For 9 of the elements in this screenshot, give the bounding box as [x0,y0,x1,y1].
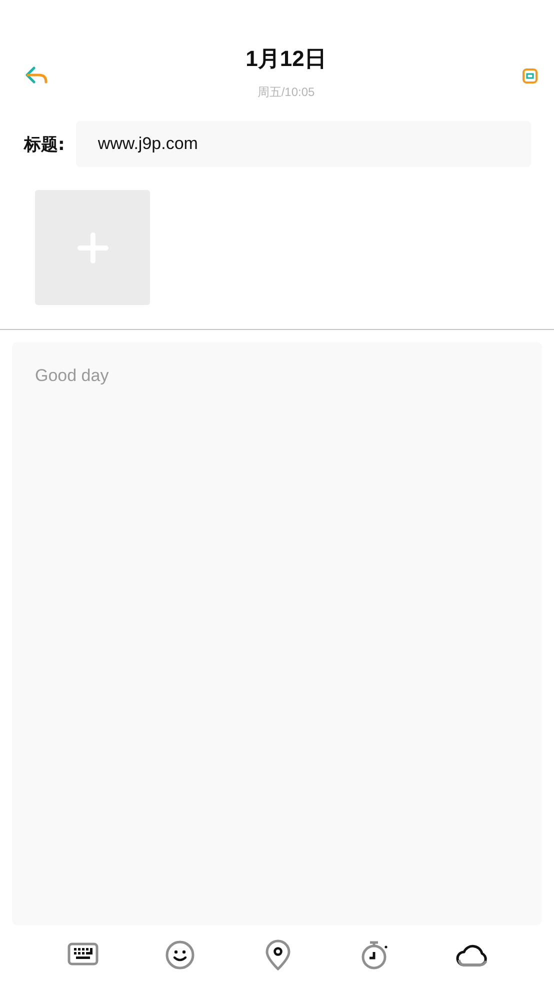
toolbar-button[interactable] [164,939,196,971]
smiley-icon [164,939,196,971]
save-icon [522,68,538,84]
title-label: 标题: [24,134,65,156]
title-input[interactable]: www.j9p.com [76,121,531,167]
date-title: 1月12日 [246,44,326,72]
weekday-time: 周五/10:05 [257,84,315,100]
save-button[interactable] [520,66,540,86]
note-body-field[interactable]: Good day [12,342,542,925]
